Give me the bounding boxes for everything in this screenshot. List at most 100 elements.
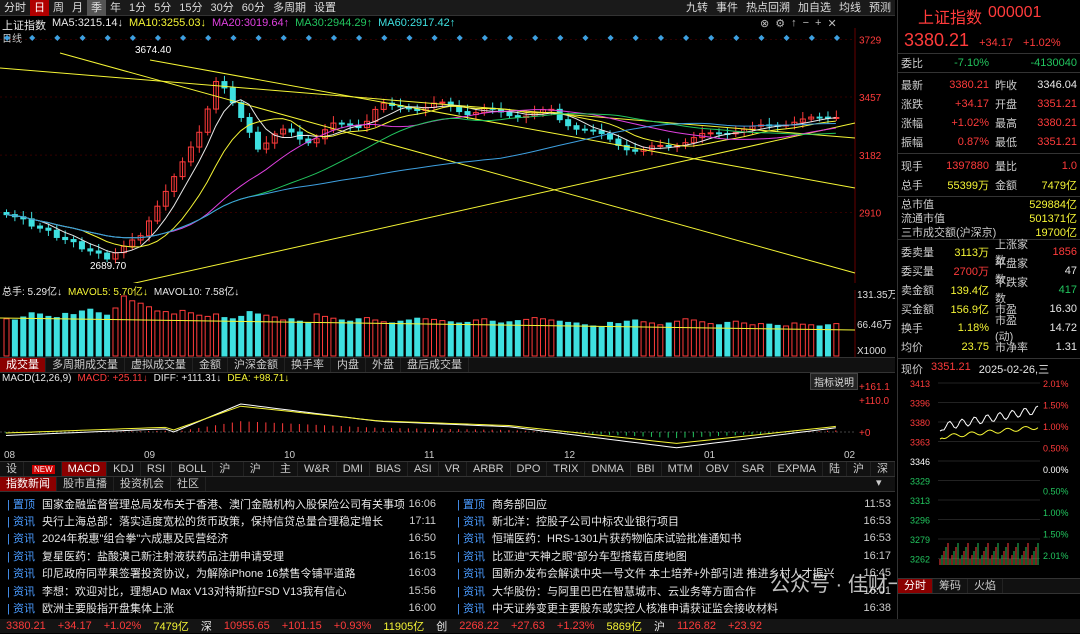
period-4[interactable]: 季 <box>87 0 106 16</box>
status-item: +101.15 <box>281 620 322 632</box>
news-tab-0[interactable]: 指数新闻 <box>0 477 57 491</box>
tool-0[interactable]: 九转 <box>682 0 712 16</box>
period-11[interactable]: 多周期 <box>269 0 310 16</box>
mini-tab-2[interactable]: 火焰 <box>968 579 1003 593</box>
quote-row: 委卖量 3113万 上涨家数 1856 <box>901 238 1077 267</box>
news-time: 16:53 <box>863 532 891 545</box>
period-7[interactable]: 5分 <box>150 0 175 16</box>
period-0[interactable]: 分时 <box>0 0 30 16</box>
vol-tab-1[interactable]: 多周期成交量 <box>46 358 125 372</box>
indicator-tab-7[interactable]: 沪深涨停数 <box>244 462 275 476</box>
indicator-tab-10[interactable]: DMI <box>337 462 370 476</box>
indicator-tab-21[interactable]: SAR <box>736 462 772 476</box>
indicator-tab-0[interactable]: 设置 <box>0 462 24 476</box>
volume-bar <box>724 321 731 357</box>
vol-tab-3[interactable]: 金额 <box>193 358 228 372</box>
news-time: 11:53 <box>864 497 891 510</box>
vol-tab-0[interactable]: 成交量 <box>0 358 46 372</box>
period-8[interactable]: 15分 <box>175 0 206 16</box>
kline-chart[interactable]: 3729 3457 3182 2910 ◆ ◆ ◆ ◆ ◆ ◆ ◆ ◆ ◆ ◆ ◆ ◆ ◆ ◆ ◆ ◆ ◆ ◆ ◆ ◆ ◆ ◆ ◆ ◆… <box>0 28 895 283</box>
period-12[interactable]: 设置 <box>310 0 340 16</box>
news-item[interactable]: | 资讯 比亚迪"天神之眼"部分车型搭载百度地图 16:17 <box>450 547 895 564</box>
tool-4[interactable]: 均线 <box>835 0 865 16</box>
news-item[interactable]: | 置顶 国家金融监督管理总局发布关于香港、澳门金融机构入股保险公司有关事项的通知… <box>0 495 440 512</box>
news-tab-3[interactable]: 社区 <box>171 477 206 491</box>
macd-chart[interactable]: +161.1 +110.0 +0 08 09 10 11 12 01 02 <box>0 380 895 460</box>
volume-chart[interactable]: 131.35万 66.46万 X1000 <box>0 290 895 358</box>
news-item[interactable]: | 资讯 印尼政府同苹果签署投资协议，为解除iPhone 16禁售令铺平道路 16:… <box>0 565 440 582</box>
period-10[interactable]: 60分 <box>238 0 269 16</box>
intraday-minichart[interactable]: 3413 3396 3380 3363 3346 3329 3313 3296 3279 3262… <box>898 379 1080 575</box>
indicator-tab-4[interactable]: RSI <box>141 462 173 476</box>
period-3[interactable]: 月 <box>68 0 87 16</box>
news-item[interactable]: | 资讯 恒瑞医药：HRS-1301片获药物临床试验批准通知书 16:53 <box>450 530 895 547</box>
news-item[interactable]: | 资讯 复星医药：盐酸溴己新注射液获药品注册申请受理 16:15 <box>0 547 440 564</box>
indicator-tab-15[interactable]: DPO <box>511 462 548 476</box>
period-6[interactable]: 1分 <box>125 0 150 16</box>
vol-tab-8[interactable]: 盘后成交量 <box>401 358 469 372</box>
tool-2[interactable]: 热点回溯 <box>742 0 794 16</box>
candle-body <box>53 229 60 238</box>
indicator-tab-23[interactable]: 陆股通 <box>823 462 847 476</box>
news-title: 李想：欢迎对比，理想AD Max V13对特斯拉FSD V13我有信心 <box>42 585 347 598</box>
vol-tab-5[interactable]: 换手率 <box>285 358 331 372</box>
indicator-tab-16[interactable]: TRIX <box>547 462 586 476</box>
news-item[interactable]: | 资讯 欧洲主要股指开盘集体上涨 16:00 <box>0 599 440 616</box>
indicator-tab-20[interactable]: OBV <box>700 462 736 476</box>
vol-tab-6[interactable]: 内盘 <box>331 358 366 372</box>
mini-tab-1[interactable]: 筹码 <box>933 579 968 593</box>
indicator-tab-25[interactable]: 深 <box>871 462 895 476</box>
indicator-tab-18[interactable]: BBI <box>631 462 662 476</box>
tool-1[interactable]: 事件 <box>712 0 742 16</box>
news-item[interactable]: | 资讯 2024年税惠"组合拳"六成惠及民营经济 16:50 <box>0 530 440 547</box>
candle-body <box>707 132 714 135</box>
volume-bar <box>355 318 362 357</box>
indicator-tab-19[interactable]: MTM <box>662 462 700 476</box>
indicator-tab-22[interactable]: EXPMA <box>771 462 823 476</box>
indicator-tab-3[interactable]: KDJ <box>107 462 141 476</box>
indicator-tab-12[interactable]: ASI <box>408 462 439 476</box>
vol-tab-4[interactable]: 沪深金额 <box>228 358 285 372</box>
news-item[interactable]: | 资讯 央行上海总部：落实适度宽松的货币政策，保持信贷总量合理稳定增长 17:11 <box>0 512 440 529</box>
volume-bar <box>690 319 697 357</box>
indicator-tab-14[interactable]: ARBR <box>467 462 511 476</box>
news-item[interactable]: | 置顶 商务部回应 11:53 <box>450 495 895 512</box>
period-5[interactable]: 年 <box>106 0 125 16</box>
volume-bar <box>556 320 563 357</box>
quote-row: 涨跌 +34.17 开盘 3351.21 <box>901 97 1077 111</box>
vol-tick: X1000 <box>857 346 886 357</box>
news-tab-1[interactable]: 股市直播 <box>57 477 114 491</box>
vol-tab-7[interactable]: 外盘 <box>366 358 401 372</box>
indicator-tab-5[interactable]: BOLL <box>172 462 214 476</box>
news-item[interactable]: | 资讯 李想：欢迎对比，理想AD Max V13对特斯拉FSD V13我有信心 1… <box>0 582 440 599</box>
indicator-tab-1[interactable]: NEW指标广场 <box>24 462 62 476</box>
period-9[interactable]: 30分 <box>207 0 238 16</box>
tool-5[interactable]: 预测 <box>865 0 895 16</box>
news-title: 中天证券变更主要股东或实控人核准申请获证监会接收材料 <box>492 603 778 616</box>
indicator-tab-13[interactable]: VR <box>439 462 467 476</box>
indicator-tab-2[interactable]: MACD <box>61 462 108 476</box>
volume-bar <box>506 321 513 357</box>
period-2[interactable]: 周 <box>49 0 68 16</box>
y-tick-label: 2910 <box>859 209 882 220</box>
indicator-tab-17[interactable]: DNMA <box>585 462 631 476</box>
indicator-tab-11[interactable]: BIAS <box>370 462 408 476</box>
volume-bar <box>732 320 739 357</box>
volume-bar <box>372 319 379 357</box>
event-diamond: ◆ <box>306 33 313 42</box>
volume-bar <box>665 322 672 357</box>
indicator-tab-8[interactable]: 主力 <box>274 462 299 476</box>
indicator-tab-9[interactable]: W&R <box>298 462 337 476</box>
news-tab-2[interactable]: 投资机会 <box>114 477 171 491</box>
period-1[interactable]: 日 <box>30 0 49 16</box>
vol-tab-2[interactable]: 虚拟成交量 <box>125 358 193 372</box>
collapse-icon[interactable]: ▾ <box>876 476 882 489</box>
news-item[interactable]: | 资讯 中天证券变更主要股东或实控人核准申请获证监会接收材料 16:38 <box>450 599 895 616</box>
event-diamond: ◆ <box>482 33 489 42</box>
tool-3[interactable]: 加自选 <box>794 0 835 16</box>
news-item[interactable]: | 资讯 新北洋：控股子公司中标农业银行项目 16:53 <box>450 512 895 529</box>
ma-line <box>5 122 836 239</box>
mini-tab-0[interactable]: 分时 <box>898 579 933 593</box>
indicator-tab-6[interactable]: 沪深上涨数 <box>213 462 244 476</box>
indicator-tab-24[interactable]: 沪股通 <box>847 462 871 476</box>
